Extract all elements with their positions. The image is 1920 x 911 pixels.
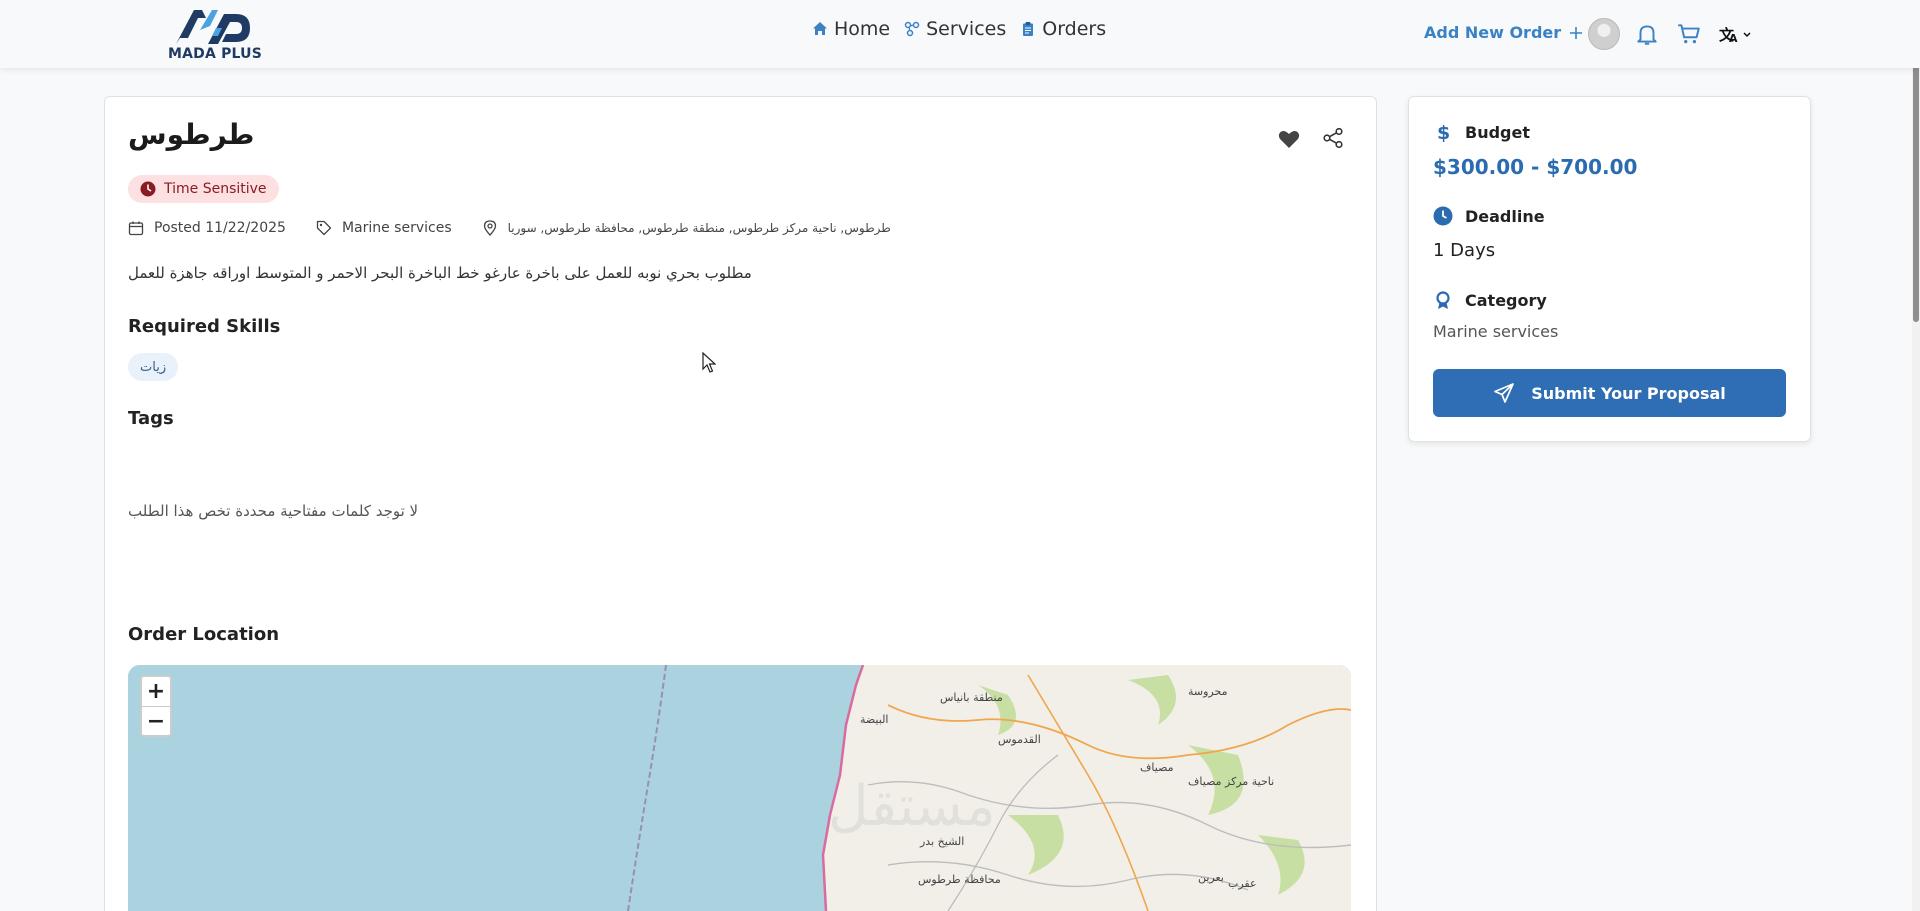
nav-services[interactable]: Services <box>904 18 1006 40</box>
nav-home-label: Home <box>834 18 891 40</box>
tag-icon <box>316 220 332 236</box>
clipboard-icon <box>1023 22 1034 36</box>
share-icon <box>1323 127 1343 149</box>
map-tiles: مستقل <box>128 665 1351 911</box>
cart-icon <box>1678 24 1700 44</box>
plus-icon <box>1570 26 1583 39</box>
bell-icon <box>1637 25 1657 45</box>
order-location-text: طرطوس, ناحية مركز طرطوس, منطقة طرطوس, مح… <box>507 221 891 235</box>
logo-text: MADA PLUS <box>168 46 263 62</box>
nav-home[interactable]: Home <box>812 18 890 40</box>
posted-date: Posted 11/22/2025 <box>154 220 286 236</box>
add-new-order-button[interactable]: Add New Order <box>1424 23 1583 42</box>
nav-orders[interactable]: Orders <box>1020 18 1106 40</box>
avatar[interactable] <box>1588 18 1620 50</box>
order-meta: Posted 11/22/2025 Marine services طرطوس,… <box>128 220 891 236</box>
budget-row: $ Budget <box>1433 122 1530 142</box>
order-location-map[interactable]: مستقل + − منطقة بانياس البيضة القدموس مص… <box>128 665 1351 911</box>
map-label: القدموس <box>998 733 1041 746</box>
svg-text:مستقل: مستقل <box>828 774 996 839</box>
services-icon <box>904 21 920 37</box>
cart-button[interactable] <box>1676 21 1702 47</box>
language-switcher[interactable]: 文A <box>1718 21 1752 47</box>
budget-value: $300.00 - $700.00 <box>1433 155 1638 179</box>
submit-proposal-button[interactable]: Submit Your Proposal <box>1433 369 1786 417</box>
zoom-in-button[interactable]: + <box>142 677 170 706</box>
nav-orders-label: Orders <box>1042 18 1107 40</box>
no-tags-message: لا توجد كلمات مفتاحية محددة تخص هذا الطل… <box>128 502 419 520</box>
map-label: الشيخ بدر <box>920 835 965 848</box>
zoom-out-button[interactable]: − <box>142 706 170 735</box>
category-tag[interactable]: Marine services <box>342 220 452 236</box>
clock-icon <box>1433 206 1453 226</box>
location-pin-icon <box>483 220 496 236</box>
deadline-label: Deadline <box>1465 206 1545 226</box>
category-row: Category <box>1433 290 1547 310</box>
svg-text:$: $ <box>1437 122 1450 142</box>
svg-text:A: A <box>1729 32 1738 45</box>
map-label: بعرين <box>1198 871 1224 884</box>
clock-icon <box>140 181 156 197</box>
deadline-row: Deadline <box>1433 206 1545 226</box>
map-zoom-control: + − <box>140 675 172 737</box>
add-new-order-label: Add New Order <box>1424 23 1562 42</box>
heart-icon <box>1278 131 1300 148</box>
home-icon <box>813 22 827 35</box>
submit-proposal-label: Submit Your Proposal <box>1531 383 1726 403</box>
required-skills-heading: Required Skills <box>128 316 281 337</box>
map-label: ناحية مركز مصياف <box>1188 775 1275 788</box>
map-label: عقرب <box>1228 877 1257 890</box>
share-button[interactable] <box>1322 127 1344 149</box>
map-label: البيضة <box>860 713 889 726</box>
notifications-button[interactable] <box>1634 21 1660 47</box>
category-value: Marine services <box>1433 322 1559 341</box>
top-navbar: MADA PLUS Home Services Orders Add New O… <box>0 0 1920 68</box>
main-nav: Home Services Orders <box>812 18 1106 40</box>
tags-heading: Tags <box>128 408 174 429</box>
map-label: محروسة <box>1188 685 1228 698</box>
map-label: مصياف <box>1140 761 1174 774</box>
language-icon: 文A <box>1719 26 1751 45</box>
nav-services-label: Services <box>926 18 1007 40</box>
dollar-icon: $ <box>1437 122 1450 142</box>
logo-mark-icon <box>176 10 250 44</box>
map-label: محافظة طرطوس <box>918 873 1001 886</box>
badge-label: Time Sensitive <box>164 181 267 197</box>
calendar-icon <box>128 221 144 236</box>
logo[interactable]: MADA PLUS <box>166 6 266 62</box>
time-sensitive-badge: Time Sensitive <box>128 175 279 203</box>
skill-chip: زيات <box>128 353 179 381</box>
mouse-cursor-icon <box>702 352 716 373</box>
budget-label: Budget <box>1465 122 1530 142</box>
order-title: طرطوس <box>128 118 255 151</box>
order-description: مطلوب بحري نوبه للعمل على باخرة عارغو خط… <box>128 264 752 282</box>
category-label: Category <box>1465 290 1547 310</box>
order-location-heading: Order Location <box>128 624 280 645</box>
page-scrollbar[interactable] <box>1912 0 1920 911</box>
favorite-button[interactable] <box>1277 127 1301 151</box>
map-label: منطقة بانياس <box>940 691 1003 704</box>
award-icon <box>1436 291 1450 309</box>
send-icon <box>1494 383 1515 403</box>
deadline-value: 1 Days <box>1433 240 1496 261</box>
